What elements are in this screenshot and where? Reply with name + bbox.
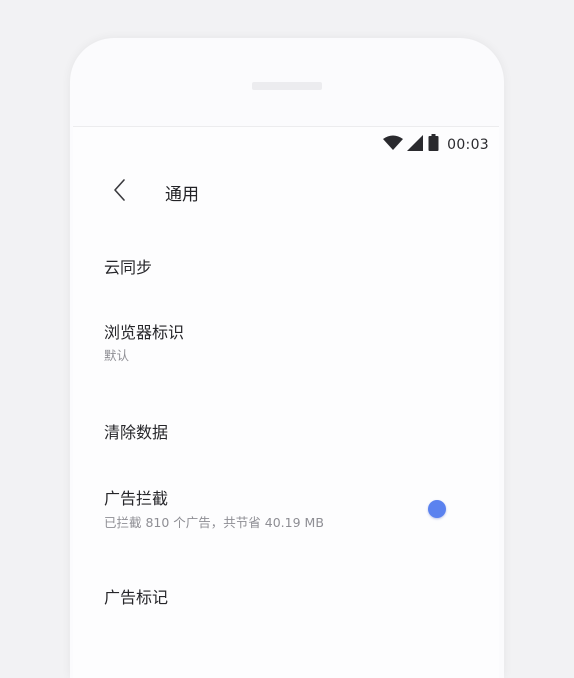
ad-block-toggle[interactable]	[428, 500, 446, 518]
wifi-icon	[383, 135, 404, 155]
battery-icon	[428, 134, 439, 155]
cellular-signal-icon	[407, 134, 424, 155]
setting-cloud-sync[interactable]: 云同步	[73, 237, 499, 293]
status-icons: 00:03	[383, 134, 489, 155]
setting-subtitle: 默认	[104, 348, 130, 363]
setting-title: 清除数据	[104, 423, 169, 442]
setting-title: 浏览器标识	[104, 323, 185, 342]
setting-browser-ua[interactable]: 浏览器标识 默认	[73, 303, 499, 373]
setting-ad-block[interactable]: 广告拦截 已拦截 810 个广告，共节省 40.19 MB	[73, 469, 499, 543]
back-button[interactable]	[103, 177, 137, 207]
status-time: 00:03	[447, 136, 489, 153]
setting-subtitle: 已拦截 810 个广告，共节省 40.19 MB	[104, 515, 324, 530]
setting-title: 云同步	[104, 258, 153, 277]
setting-clear-data[interactable]: 清除数据	[73, 403, 499, 459]
settings-screen: 00:03 通用 云同步 浏览器标识 默认 清除数据 广告拦截 已拦截 810 …	[73, 126, 499, 678]
chevron-left-icon	[113, 178, 127, 206]
phone-frame: 00:03 通用 云同步 浏览器标识 默认 清除数据 广告拦截 已拦截 810 …	[70, 38, 504, 678]
status-bar: 00:03	[73, 127, 499, 157]
setting-ad-mark[interactable]: 广告标记	[73, 569, 499, 625]
setting-title: 广告标记	[104, 588, 169, 607]
setting-title: 广告拦截	[104, 489, 169, 508]
phone-speaker	[252, 82, 322, 90]
app-bar: 通用	[73, 167, 499, 217]
page-title: 通用	[165, 185, 199, 205]
